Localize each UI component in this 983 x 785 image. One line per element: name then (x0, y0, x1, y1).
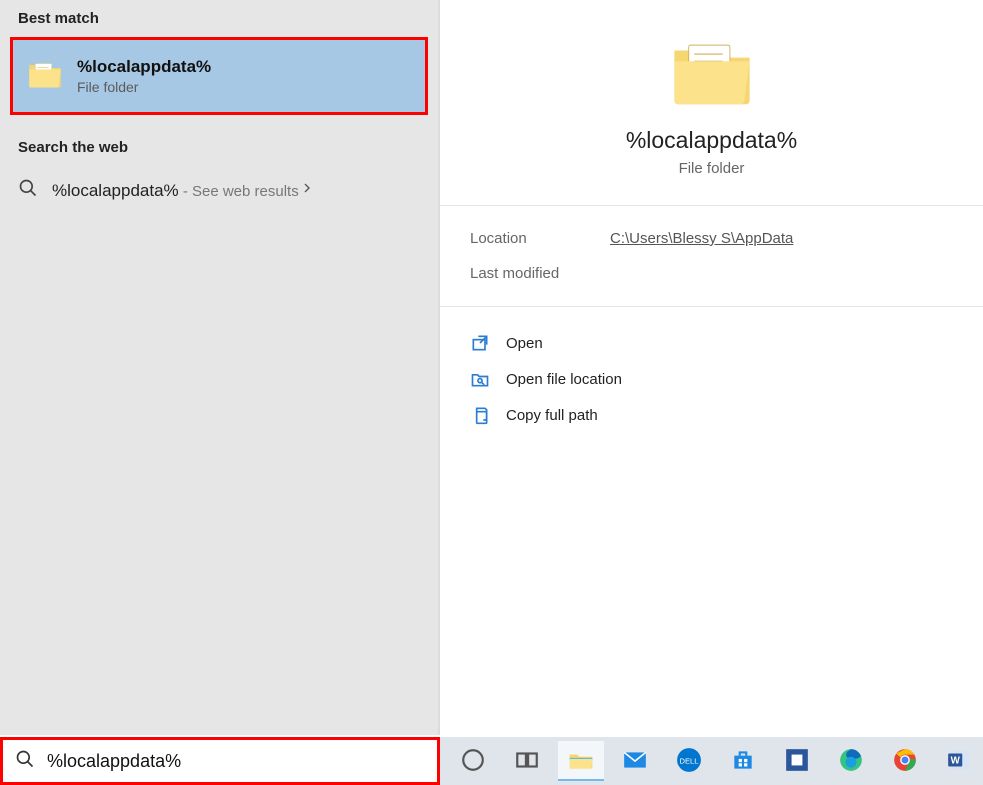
modified-label: Last modified (470, 265, 610, 282)
web-result-query: %localappdata% (52, 181, 179, 200)
edge-icon (838, 747, 864, 773)
copy-path-label: Copy full path (506, 407, 598, 424)
store-button[interactable] (720, 741, 766, 781)
preview-subtitle: File folder (679, 160, 745, 177)
folder-icon (27, 59, 63, 94)
preview-panel: %localappdata% File folder Location C:\U… (440, 0, 983, 735)
windows-search-popup: Best match %localappdata% File folder Se… (0, 0, 983, 735)
info-row-modified: Last modified (470, 265, 953, 282)
dell-button[interactable]: DELL (666, 741, 712, 781)
web-result-text: %localappdata% - See web results (52, 181, 299, 201)
search-icon (18, 178, 38, 203)
mail-button[interactable] (612, 741, 658, 781)
search-web-header: Search the web (0, 129, 438, 166)
open-file-location-button[interactable]: Open file location (470, 361, 953, 397)
preview-title: %localappdata% (626, 127, 797, 154)
best-match-title: %localappdata% (77, 57, 211, 77)
cortana-button[interactable] (450, 741, 496, 781)
folder-open-icon (470, 369, 490, 389)
file-explorer-button[interactable] (558, 741, 604, 781)
file-explorer-icon (568, 747, 594, 773)
task-view-icon (514, 747, 540, 773)
web-search-result[interactable]: %localappdata% - See web results (0, 166, 438, 215)
task-view-button[interactable] (504, 741, 550, 781)
location-link[interactable]: C:\Users\Blessy S\AppData (610, 230, 793, 247)
info-block: Location C:\Users\Blessy S\AppData Last … (440, 206, 983, 307)
copy-full-path-button[interactable]: Copy full path (470, 397, 953, 433)
open-label: Open (506, 335, 543, 352)
results-panel: Best match %localappdata% File folder Se… (0, 0, 440, 735)
search-box[interactable] (0, 737, 440, 785)
info-row-location: Location C:\Users\Blessy S\AppData (470, 230, 953, 247)
mail-icon (622, 747, 648, 773)
web-result-suffix: - See web results (179, 183, 299, 200)
cortana-icon (460, 747, 486, 773)
location-value[interactable]: C:\Users\Blessy S\AppData (610, 230, 793, 247)
action-list: Open Open file location (440, 307, 983, 451)
open-location-label: Open file location (506, 371, 622, 388)
svg-text:W: W (951, 755, 961, 766)
dell-icon: DELL (676, 747, 702, 773)
taskbar: DELL (440, 737, 983, 785)
svg-text:DELL: DELL (680, 756, 699, 765)
store-icon (730, 747, 756, 773)
open-button[interactable]: Open (470, 325, 953, 361)
folder-icon (669, 36, 755, 113)
preview-hero: %localappdata% File folder (440, 0, 983, 206)
best-match-subtitle: File folder (77, 79, 211, 95)
best-match-header: Best match (0, 0, 438, 37)
ms-app-icon (784, 747, 810, 773)
best-match-result[interactable]: %localappdata% File folder (10, 37, 428, 115)
location-label: Location (470, 230, 610, 247)
chrome-button[interactable] (882, 741, 928, 781)
open-icon (470, 333, 490, 353)
search-icon (15, 749, 35, 774)
ms-app-button[interactable] (774, 741, 820, 781)
word-button[interactable]: W (936, 741, 982, 781)
word-icon: W (946, 747, 972, 773)
chevron-right-icon (299, 180, 315, 201)
chrome-icon (892, 747, 918, 773)
best-match-text: %localappdata% File folder (77, 57, 211, 95)
copy-icon (470, 405, 490, 425)
search-input[interactable] (47, 751, 425, 772)
edge-button[interactable] (828, 741, 874, 781)
